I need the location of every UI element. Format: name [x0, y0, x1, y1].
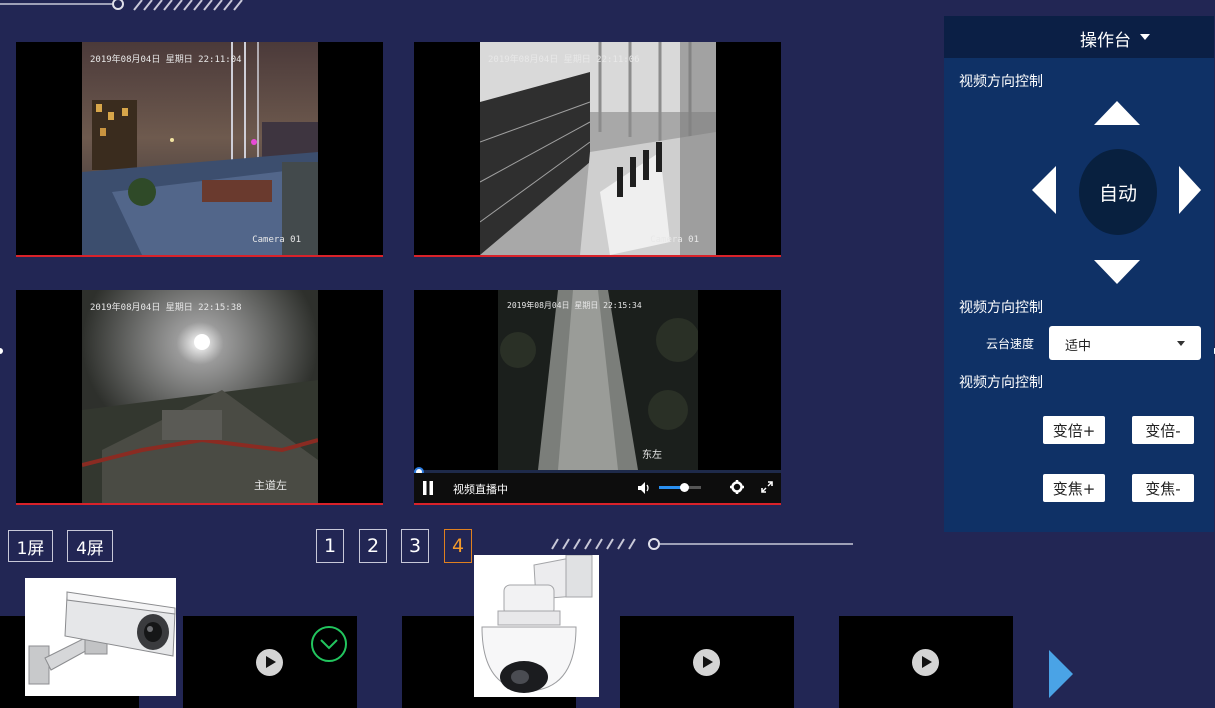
chevron-down-icon [1140, 34, 1150, 40]
ptz-right-button[interactable] [1179, 166, 1201, 214]
pause-icon[interactable] [422, 481, 434, 495]
check-circle-icon [311, 626, 347, 662]
bullet-camera-image [25, 578, 176, 696]
ptz-speed-label: 云台速度 [986, 337, 1035, 351]
control-panel: 操作台 视频方向控制 自动 视频方向控制 云台速度 适中 视频方向控制 变倍+ … [944, 16, 1214, 532]
video-camera-label: 主道左 [254, 479, 287, 492]
video-tile-4[interactable]: 2019年08月04日 星期日 22:15:34 东左 视频直播中 [414, 290, 781, 505]
focus-in-button[interactable]: 变焦+ [1043, 474, 1105, 502]
video-tile-2[interactable]: 2019年08月04日 星期日 22:11:06 Camera 01 [414, 42, 781, 257]
thumbnail-5[interactable] [839, 616, 1013, 708]
thumbnail-4[interactable] [620, 616, 794, 708]
page-button-3[interactable]: 3 [401, 529, 429, 563]
video-camera-label: Camera 01 [650, 235, 699, 245]
video-tile-1[interactable]: 2019年08月04日 星期日 22:11:04 Camera 01 [16, 42, 383, 257]
video-timestamp: 2019年08月04日 星期日 22:11:06 [488, 55, 640, 65]
zoom-control-title: 视频方向控制 [959, 375, 1043, 391]
next-page-arrow-icon[interactable] [1049, 650, 1073, 698]
direction-control-title: 视频方向控制 [959, 74, 1043, 90]
ptz-speed-value: 适中 [1065, 339, 1092, 354]
volume-handle[interactable] [680, 483, 690, 492]
panel-header[interactable]: 操作台 [944, 16, 1214, 58]
layout-4-screen-button[interactable]: 4屏 [67, 530, 113, 562]
fullscreen-icon[interactable] [761, 481, 773, 493]
ptz-up-button[interactable] [1094, 101, 1140, 125]
page-button-1[interactable]: 1 [316, 529, 344, 563]
page-button-2[interactable]: 2 [359, 529, 387, 563]
video-camera-label: 东左 [642, 450, 662, 461]
video-timestamp: 2019年08月04日 星期日 22:15:38 [90, 303, 242, 313]
ptz-down-button[interactable] [1094, 260, 1140, 284]
divider-decoration [551, 538, 853, 550]
page-button-4[interactable]: 4 [444, 529, 472, 563]
video-feed-4 [498, 290, 698, 470]
video-feed-2 [480, 42, 716, 255]
zoom-out-button[interactable]: 变倍- [1132, 416, 1194, 444]
video-timestamp: 2019年08月04日 星期日 22:11:04 [90, 55, 242, 65]
live-status: 视频直播中 [453, 483, 508, 496]
video-feed-1 [82, 42, 318, 255]
top-decoration [0, 0, 243, 11]
video-tile-3[interactable]: 2019年08月04日 星期日 22:15:38 主道左 [16, 290, 383, 505]
speed-control-title: 视频方向控制 [959, 300, 1043, 316]
ptz-speed-select[interactable]: 适中 [1049, 326, 1201, 360]
chevron-down-icon [1177, 341, 1185, 346]
settings-icon[interactable] [730, 480, 744, 494]
left-edge-dot [0, 348, 3, 354]
video-feed-3 [82, 290, 318, 503]
play-icon[interactable] [912, 649, 939, 676]
thumbnail-2[interactable] [183, 616, 357, 708]
dome-camera-image [474, 555, 599, 697]
layout-1-screen-button[interactable]: 1屏 [8, 530, 53, 562]
volume-slider[interactable] [659, 483, 701, 492]
player-control-bar: 视频直播中 [414, 473, 781, 503]
video-camera-label: Camera 01 [252, 235, 301, 245]
ptz-left-button[interactable] [1032, 166, 1056, 214]
play-icon[interactable] [693, 649, 720, 676]
panel-title: 操作台 [1080, 31, 1131, 51]
play-icon[interactable] [256, 649, 283, 676]
volume-icon[interactable] [638, 482, 651, 494]
video-timestamp: 2019年08月04日 星期日 22:15:34 [507, 301, 642, 310]
ptz-auto-button[interactable]: 自动 [1079, 149, 1157, 235]
focus-out-button[interactable]: 变焦- [1132, 474, 1194, 502]
zoom-in-button[interactable]: 变倍+ [1043, 416, 1105, 444]
